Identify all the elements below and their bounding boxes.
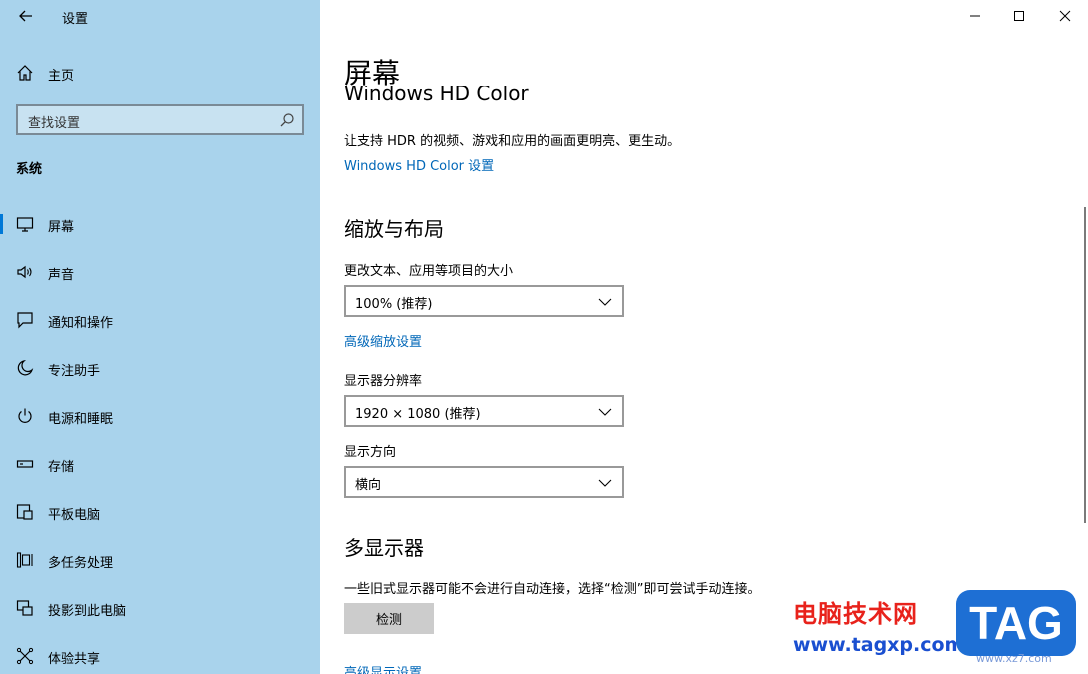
orientation-dropdown[interactable]: 横向 [344, 466, 624, 498]
close-button[interactable] [1042, 0, 1088, 32]
sidebar-item-display[interactable]: 屏幕 [0, 204, 320, 244]
search-placeholder: 查找设置 [28, 116, 81, 131]
orientation-value: 横向 [355, 478, 382, 493]
sidebar-item-label: 声音 [48, 268, 75, 283]
multiple-displays-heading: 多显示器 [344, 536, 424, 560]
search-input[interactable]: 查找设置 [16, 104, 304, 135]
sidebar-item-label: 体验共享 [48, 652, 101, 667]
watermark-logo: TAG [956, 590, 1076, 656]
main-content: 屏幕 Windows HD Color 让支持 HDR 的视频、游戏和应用的画面… [320, 0, 1088, 674]
chevron-down-icon [598, 408, 612, 416]
sidebar: 设置 主页 查找设置 系统 屏幕 声音 通知和操作 专注助手 电源和睡眠 存储 … [0, 0, 320, 674]
scale-dropdown[interactable]: 100% (推荐) [344, 285, 624, 317]
close-icon [1059, 10, 1071, 22]
moon-icon [17, 359, 34, 376]
maximize-icon [1014, 11, 1024, 21]
scale-layout-heading: 缩放与布局 [344, 217, 444, 241]
watermark-brand: 电脑技术网 [793, 599, 918, 628]
chevron-down-icon [598, 298, 612, 306]
sidebar-item-label: 多任务处理 [48, 556, 114, 571]
sidebar-item-shared-experiences[interactable]: 体验共享 [0, 636, 320, 674]
scale-label: 更改文本、应用等项目的大小 [344, 264, 514, 279]
orientation-label: 显示方向 [344, 445, 397, 460]
detect-button[interactable]: 检测 [344, 603, 434, 634]
search-icon [280, 113, 294, 127]
sidebar-item-label: 电源和睡眠 [48, 412, 114, 427]
home-icon [17, 65, 33, 81]
sidebar-item-power-sleep[interactable]: 电源和睡眠 [0, 396, 320, 436]
chevron-down-icon [598, 479, 612, 487]
storage-icon [16, 460, 34, 468]
hdr-heading: Windows HD Color [344, 86, 529, 104]
multitask-icon [16, 552, 33, 568]
sidebar-item-label: 屏幕 [48, 220, 75, 235]
window-title: 设置 [62, 12, 89, 27]
project-icon [16, 600, 33, 616]
minimize-icon [970, 15, 980, 17]
sidebar-item-label: 专注助手 [48, 364, 101, 379]
advanced-display-link[interactable]: 高级显示设置 [344, 662, 422, 674]
sidebar-item-label: 存储 [48, 460, 75, 475]
hdr-heading-text: Windows HD Color [344, 86, 529, 104]
multiple-displays-description: 一些旧式显示器可能不会进行自动连接，选择“检测”即可尝试手动连接。 [344, 582, 761, 597]
sidebar-item-notifications[interactable]: 通知和操作 [0, 300, 320, 340]
sidebar-item-label: 通知和操作 [48, 316, 114, 331]
tablet-icon [16, 504, 33, 520]
back-arrow-icon [19, 10, 32, 22]
sidebar-item-project-to-pc[interactable]: 投影到此电脑 [0, 588, 320, 628]
monitor-icon [16, 217, 34, 232]
resolution-value: 1920 × 1080 (推荐) [355, 407, 481, 422]
notification-icon [17, 312, 33, 329]
minimize-button[interactable] [952, 0, 998, 32]
sidebar-item-storage[interactable]: 存储 [0, 444, 320, 484]
speaker-icon [17, 265, 32, 279]
section-title: 系统 [16, 162, 43, 177]
power-icon [18, 408, 32, 423]
sidebar-item-multitasking[interactable]: 多任务处理 [0, 540, 320, 580]
watermark-url: www.tagxp.com [793, 634, 965, 656]
hdr-description: 让支持 HDR 的视频、游戏和应用的画面更明亮、更生动。 [344, 134, 681, 149]
sidebar-item-tablet[interactable]: 平板电脑 [0, 492, 320, 532]
advanced-scaling-link[interactable]: 高级缩放设置 [344, 331, 422, 350]
sidebar-item-sound[interactable]: 声音 [0, 252, 320, 292]
resolution-label: 显示器分辨率 [344, 374, 423, 389]
sidebar-item-label: 主页 [48, 69, 75, 84]
sidebar-item-label: 投影到此电脑 [48, 604, 127, 619]
sidebar-item-focus-assist[interactable]: 专注助手 [0, 348, 320, 388]
maximize-button[interactable] [996, 0, 1042, 32]
hdr-settings-link[interactable]: Windows HD Color 设置 [344, 155, 494, 174]
sidebar-item-home[interactable]: 主页 [0, 56, 320, 90]
sidebar-item-label: 平板电脑 [48, 508, 101, 523]
watermark-site: www.xz7.com [976, 652, 1052, 665]
share-icon [16, 647, 34, 665]
resolution-dropdown[interactable]: 1920 × 1080 (推荐) [344, 395, 624, 427]
scale-value: 100% (推荐) [355, 297, 433, 312]
back-button[interactable] [14, 4, 38, 28]
scrollbar[interactable] [1084, 207, 1086, 523]
